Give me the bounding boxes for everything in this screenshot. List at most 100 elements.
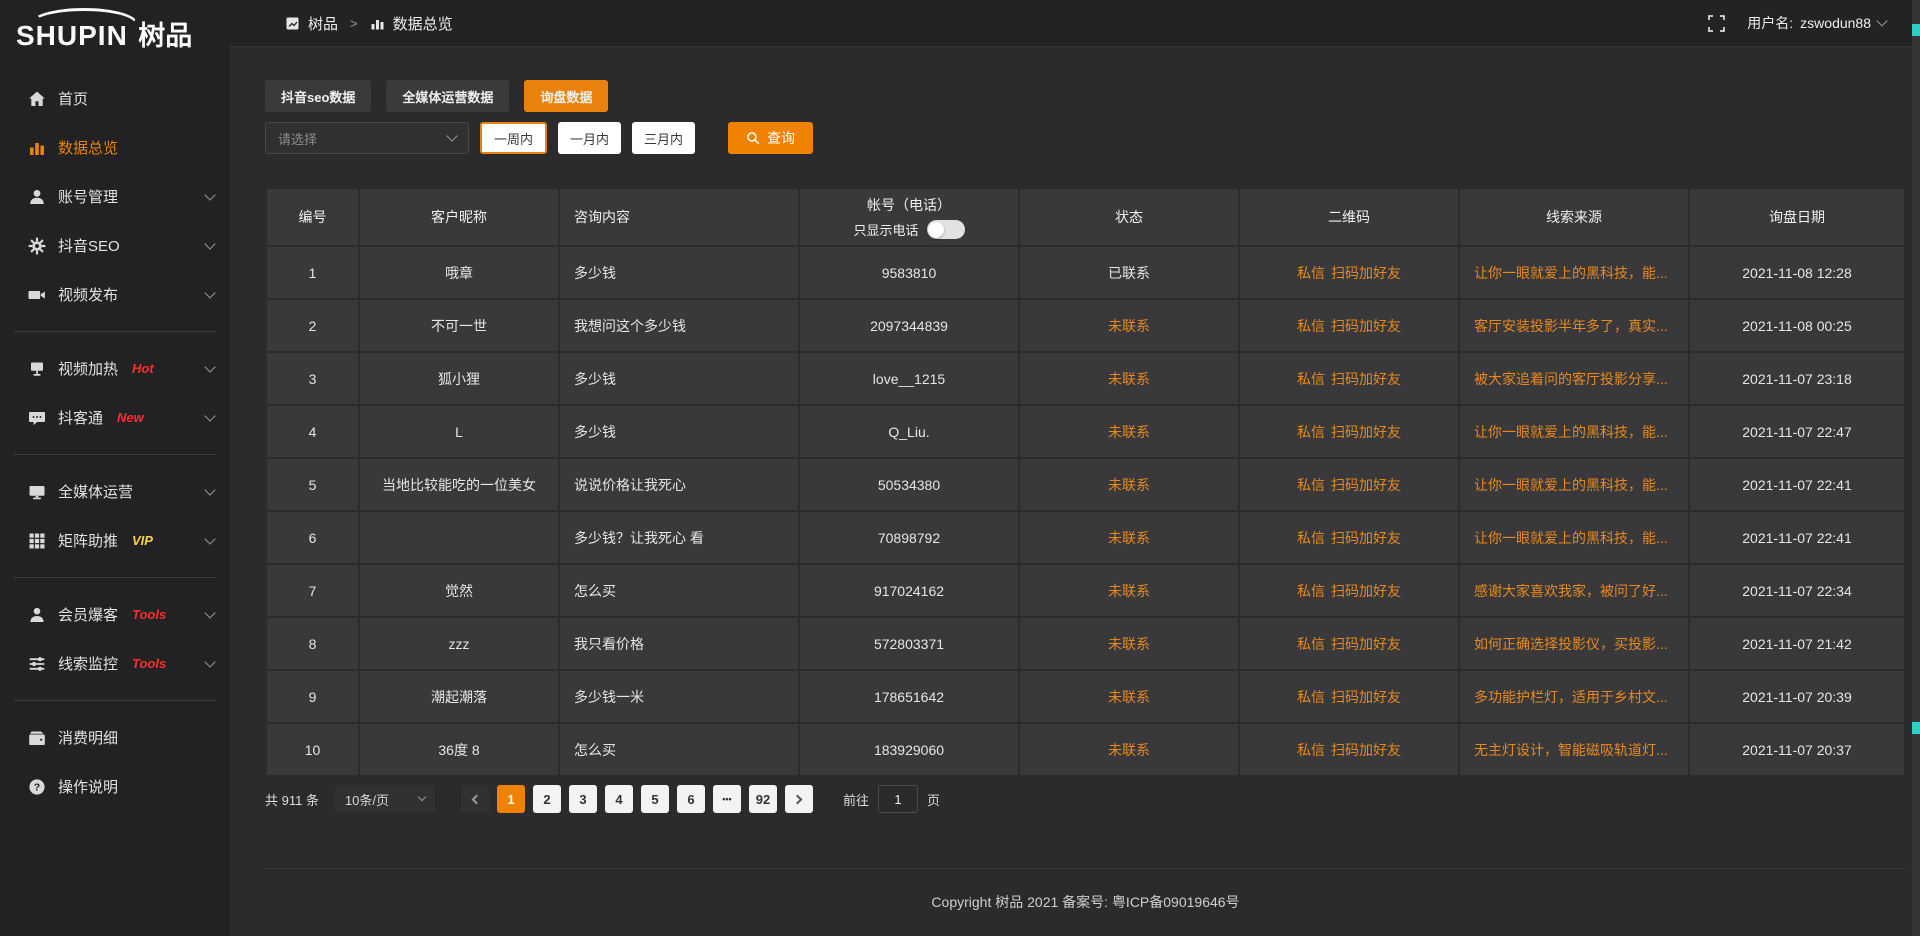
tab-1[interactable]: 全媒体运营数据 — [386, 80, 509, 112]
scan-add-friend-link[interactable]: 扫码加好友 — [1331, 740, 1401, 760]
page-button-1[interactable]: 1 — [497, 785, 525, 813]
scan-add-friend-link[interactable]: 扫码加好友 — [1331, 634, 1401, 654]
private-message-link[interactable]: 私信 — [1297, 581, 1325, 601]
pagination-ellipsis[interactable]: ••• — [713, 785, 741, 813]
source-link[interactable]: 感谢大家喜欢我家，被问了好... — [1474, 583, 1668, 599]
source-link[interactable]: 多功能护栏灯，适用于乡村文... — [1474, 689, 1668, 705]
cell-id: 10 — [266, 723, 359, 776]
page-button-92[interactable]: 92 — [749, 785, 777, 813]
search-button[interactable]: 查询 — [728, 122, 813, 154]
cell-account: love__1215 — [799, 352, 1019, 405]
footer: Copyright 树品 2021 备案号: 粤ICP备09019646号 — [265, 868, 1906, 912]
source-link[interactable]: 无主灯设计，智能磁吸轨道灯... — [1474, 742, 1668, 758]
goto-page-input[interactable] — [878, 785, 918, 813]
range-button-0[interactable]: 一周内 — [480, 122, 547, 154]
goto-suffix: 页 — [927, 790, 940, 809]
user-dropdown[interactable]: 用户名: zswodun88 — [1747, 13, 1886, 33]
sidebar-item-operation-guide[interactable]: ?操作说明 — [0, 762, 230, 811]
range-button-2[interactable]: 三月内 — [632, 122, 695, 154]
cell-qrcode: 私信扫码加好友 — [1239, 352, 1459, 405]
cell-source: 让你一眼就爱上的黑科技，能... — [1459, 246, 1689, 299]
source-link[interactable]: 让你一眼就爱上的黑科技，能... — [1474, 530, 1668, 546]
scan-add-friend-link[interactable]: 扫码加好友 — [1331, 528, 1401, 548]
private-message-link[interactable]: 私信 — [1297, 263, 1325, 283]
fullscreen-icon[interactable] — [1708, 15, 1725, 32]
sidebar-item-douketong[interactable]: 抖客通New — [0, 393, 230, 442]
source-link[interactable]: 被大家追着问的客厅投影分享... — [1474, 371, 1668, 387]
cell-date: 2021-11-08 12:28 — [1689, 246, 1905, 299]
source-link[interactable]: 让你一眼就爱上的黑科技，能... — [1474, 477, 1668, 493]
sidebar-item-matrix-boost[interactable]: 矩阵助推VIP — [0, 516, 230, 565]
private-message-link[interactable]: 私信 — [1297, 528, 1325, 548]
private-message-link[interactable]: 私信 — [1297, 369, 1325, 389]
cell-id: 9 — [266, 670, 359, 723]
breadcrumb-item-shupin[interactable]: 树品 — [308, 13, 338, 34]
cell-qrcode: 私信扫码加好友 — [1239, 246, 1459, 299]
cell-source: 让你一眼就爱上的黑科技，能... — [1459, 405, 1689, 458]
private-message-link[interactable]: 私信 — [1297, 634, 1325, 654]
cell-date: 2021-11-07 20:37 — [1689, 723, 1905, 776]
page-button-6[interactable]: 6 — [677, 785, 705, 813]
chevron-down-icon — [204, 238, 215, 249]
scan-add-friend-link[interactable]: 扫码加好友 — [1331, 369, 1401, 389]
phone-toggle[interactable] — [927, 220, 965, 239]
cell-id: 8 — [266, 617, 359, 670]
cell-date: 2021-11-07 21:42 — [1689, 617, 1905, 670]
page-size-select[interactable]: 10条/页 — [335, 785, 435, 813]
page-button-3[interactable]: 3 — [569, 785, 597, 813]
page-button-4[interactable]: 4 — [605, 785, 633, 813]
private-message-link[interactable]: 私信 — [1297, 475, 1325, 495]
breadcrumb-item-data-overview[interactable]: 数据总览 — [393, 13, 453, 34]
scrollbar[interactable] — [1912, 0, 1920, 936]
next-page-button[interactable] — [785, 785, 813, 813]
private-message-link[interactable]: 私信 — [1297, 422, 1325, 442]
sidebar-item-omnimedia-operation[interactable]: 全媒体运营 — [0, 467, 230, 516]
scan-add-friend-link[interactable]: 扫码加好友 — [1331, 316, 1401, 336]
scan-add-friend-link[interactable]: 扫码加好友 — [1331, 263, 1401, 283]
sidebar-item-video-heat[interactable]: 视频加热Hot — [0, 344, 230, 393]
filter-select[interactable]: 请选择 — [265, 122, 469, 154]
source-link[interactable]: 如何正确选择投影仪，买投影... — [1474, 636, 1668, 652]
sidebar-item-video-publish[interactable]: 视频发布 — [0, 270, 230, 319]
chat-icon — [28, 409, 46, 427]
chevron-down-icon — [204, 410, 215, 421]
col-header-status: 状态 — [1019, 188, 1239, 246]
source-link[interactable]: 让你一眼就爱上的黑科技，能... — [1474, 265, 1668, 281]
private-message-link[interactable]: 私信 — [1297, 687, 1325, 707]
sidebar-item-account-management[interactable]: 账号管理 — [0, 172, 230, 221]
scan-add-friend-link[interactable]: 扫码加好友 — [1331, 581, 1401, 601]
app-window: SHUPIN 树品 首页数据总览账号管理抖音SEO视频发布视频加热Hot抖客通N… — [0, 0, 1920, 936]
range-button-1[interactable]: 一月内 — [558, 122, 621, 154]
username-value: zswodun88 — [1800, 15, 1871, 31]
private-message-link[interactable]: 私信 — [1297, 316, 1325, 336]
chevron-down-icon — [446, 130, 457, 141]
logo-text-cn: 树品 — [138, 21, 192, 51]
sidebar-item-label: 账号管理 — [58, 186, 118, 207]
table-row: 2不可一世我想问这个多少钱2097344839未联系私信扫码加好友客厅安装投影半… — [266, 299, 1905, 352]
sidebar-item-label: 全媒体运营 — [58, 481, 133, 502]
private-message-link[interactable]: 私信 — [1297, 740, 1325, 760]
sidebar-item-member-baoke[interactable]: 会员爆客Tools — [0, 590, 230, 639]
sidebar-item-lead-monitor[interactable]: 线索监控Tools — [0, 639, 230, 688]
source-link[interactable]: 让你一眼就爱上的黑科技，能... — [1474, 424, 1668, 440]
scan-add-friend-link[interactable]: 扫码加好友 — [1331, 687, 1401, 707]
tab-2[interactable]: 询盘数据 — [524, 80, 608, 112]
cell-nickname: 潮起潮落 — [359, 670, 559, 723]
prev-page-button[interactable] — [461, 785, 489, 813]
scan-add-friend-link[interactable]: 扫码加好友 — [1331, 422, 1401, 442]
sidebar-item-consumption-detail[interactable]: 消费明细 — [0, 713, 230, 762]
cell-content: 多少钱 — [559, 352, 799, 405]
pagination-total: 共 911 条 — [265, 790, 319, 809]
sidebar-item-data-overview[interactable]: 数据总览 — [0, 123, 230, 172]
cell-account: 70898792 — [799, 511, 1019, 564]
mini-chart-icon — [370, 16, 385, 31]
scan-add-friend-link[interactable]: 扫码加好友 — [1331, 475, 1401, 495]
page-button-2[interactable]: 2 — [533, 785, 561, 813]
table-body: 1哦章多少钱9583810已联系私信扫码加好友让你一眼就爱上的黑科技，能...2… — [266, 246, 1905, 776]
table-row: 3狐小狸多少钱love__1215未联系私信扫码加好友被大家追着问的客厅投影分享… — [266, 352, 1905, 405]
source-link[interactable]: 客厅安装投影半年多了，真实... — [1474, 318, 1668, 334]
page-button-5[interactable]: 5 — [641, 785, 669, 813]
tab-0[interactable]: 抖音seo数据 — [265, 80, 371, 112]
sidebar-item-home[interactable]: 首页 — [0, 74, 230, 123]
sidebar-item-douyin-seo[interactable]: 抖音SEO — [0, 221, 230, 270]
